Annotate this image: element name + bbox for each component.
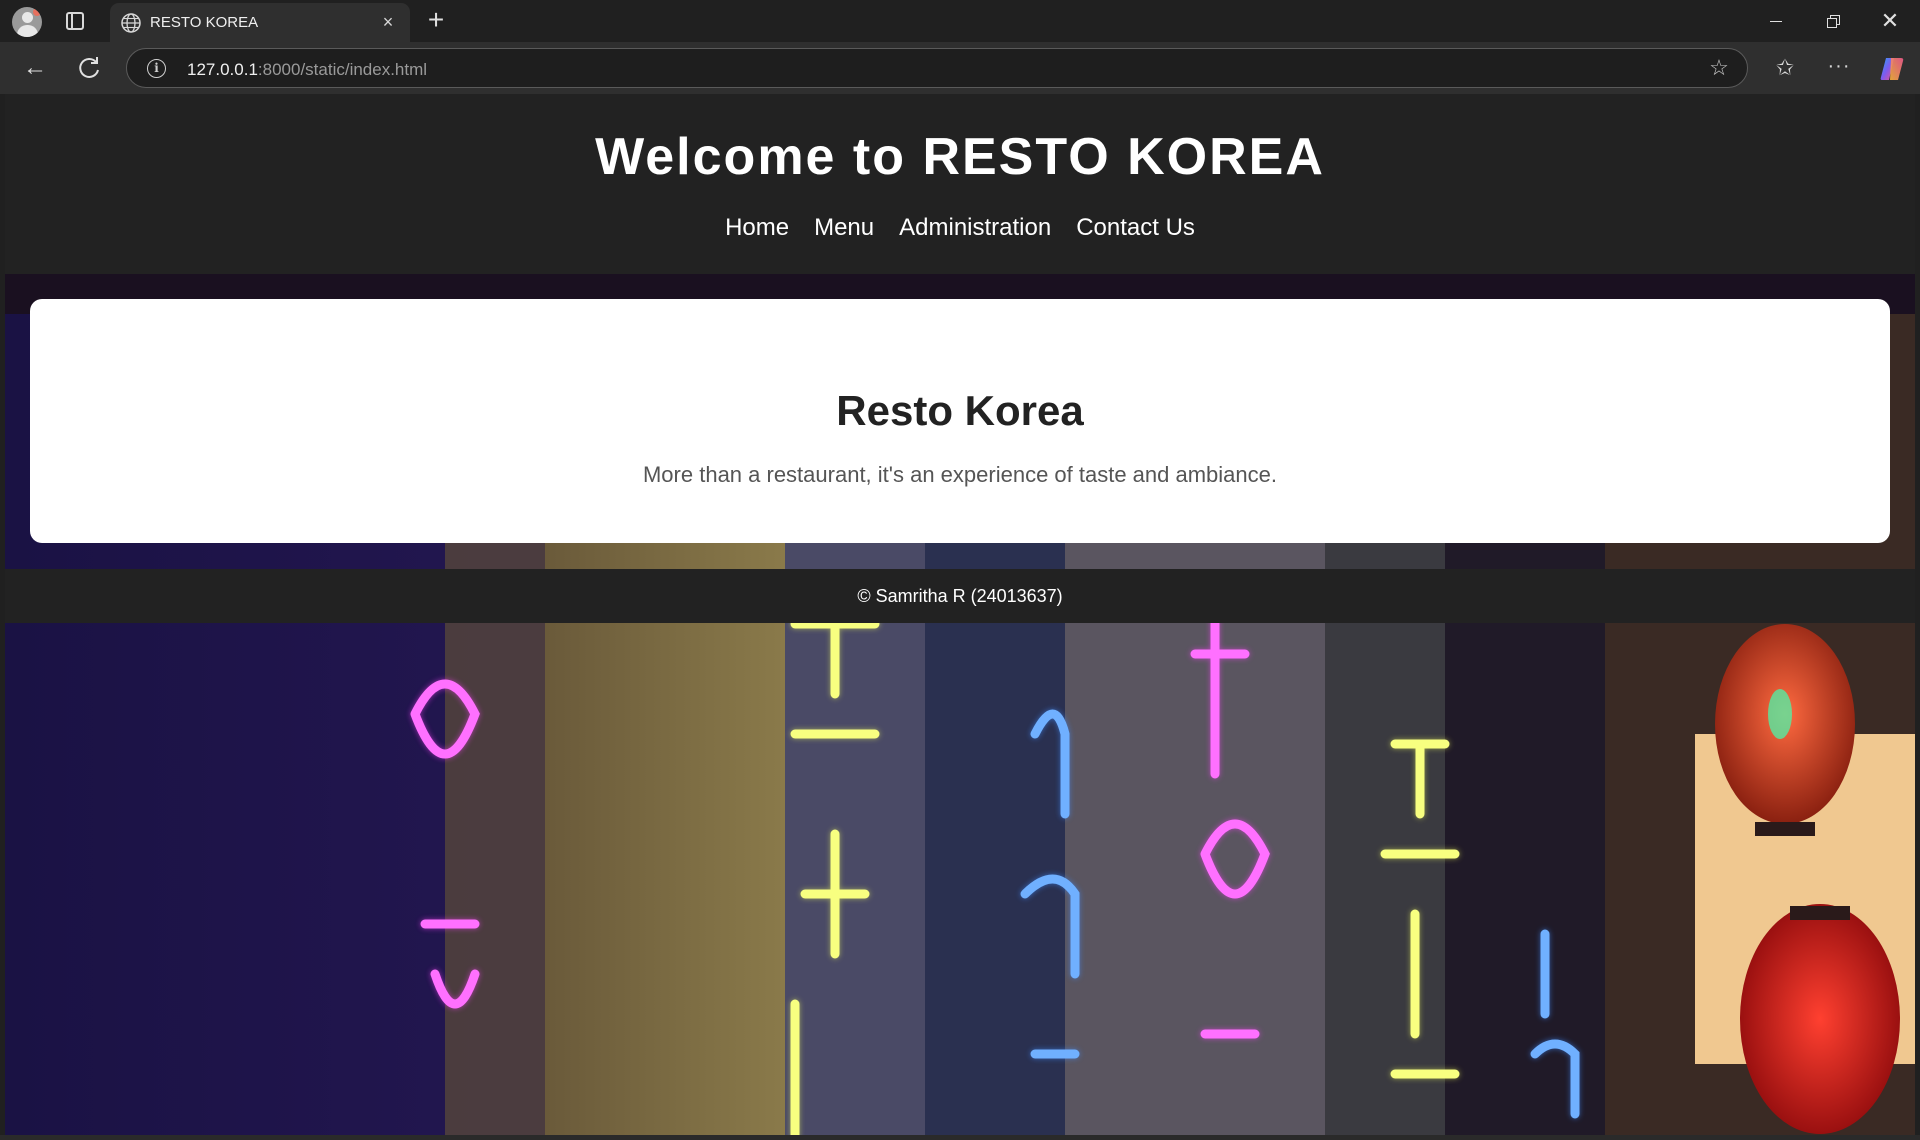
site-nav: Home Menu Administration Contact Us (5, 214, 1915, 242)
favorites-icon[interactable]: ✩ (1770, 54, 1800, 82)
url-text[interactable]: 127.0.0.1:8000/static/index.html (187, 60, 427, 80)
restore-button[interactable] (1813, 8, 1853, 34)
back-button[interactable]: ← (18, 53, 52, 83)
tab-close-icon[interactable]: × (378, 12, 398, 32)
more-menu-icon[interactable]: ··· (1824, 54, 1854, 82)
favorite-star-icon[interactable]: ☆ (1707, 56, 1731, 80)
hero-card: Resto Korea More than a restaurant, it's… (30, 299, 1890, 543)
nav-link-home[interactable]: Home (725, 214, 789, 242)
site-info-icon[interactable]: i (147, 59, 166, 78)
window-bottom-border (0, 1135, 1920, 1140)
address-bar[interactable]: i 127.0.0.1:8000/static/index.html ☆ (126, 48, 1748, 88)
site-title: Welcome to RESTO KOREA (595, 128, 1325, 186)
nav-link-administration[interactable]: Administration (899, 214, 1051, 242)
hero-subtitle: More than a restaurant, it's an experien… (642, 462, 1277, 487)
site-header: Welcome to RESTO KOREA Home Menu Adminis… (5, 94, 1915, 274)
globe-icon (121, 13, 141, 33)
profile-avatar-icon[interactable] (12, 7, 42, 37)
minimize-button[interactable] (1756, 8, 1796, 34)
browser-titlebar: RESTO KOREA × + ✕ (0, 0, 1920, 42)
reload-icon[interactable] (72, 53, 106, 83)
page-viewport: Welcome to RESTO KOREA Home Menu Adminis… (5, 94, 1915, 1135)
site-footer: © Samritha R (24013637) (5, 569, 1915, 623)
tab-actions-icon[interactable] (66, 12, 84, 30)
nav-link-contact-us[interactable]: Contact Us (1076, 214, 1195, 242)
nav-link-menu[interactable]: Menu (814, 214, 874, 242)
new-tab-button[interactable]: + (422, 6, 450, 34)
copilot-icon[interactable] (1877, 54, 1907, 84)
close-window-button[interactable]: ✕ (1870, 8, 1910, 34)
browser-tab-active[interactable]: RESTO KOREA × (110, 3, 410, 42)
hero-title: Resto Korea (836, 387, 1084, 434)
tab-title: RESTO KOREA (150, 14, 259, 31)
browser-toolbar: ← i 127.0.0.1:8000/static/index.html ☆ ✩… (0, 42, 1920, 94)
footer-copyright: © Samritha R (24013637) (857, 586, 1063, 606)
